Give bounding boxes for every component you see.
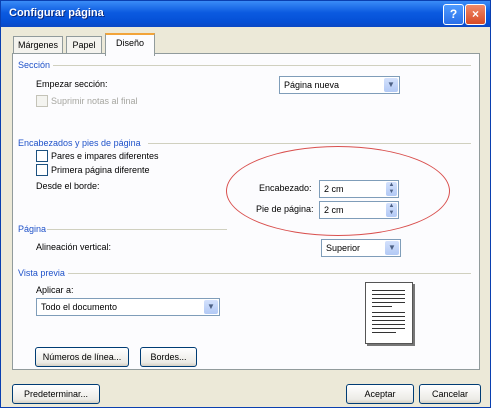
odd-even-label: Pares e impares diferentes bbox=[51, 151, 159, 161]
tab-margins[interactable]: Márgenes bbox=[13, 36, 63, 54]
vertical-alignment-select[interactable]: Superior ▼ bbox=[321, 239, 401, 257]
preview-line bbox=[372, 316, 405, 317]
ok-button[interactable]: Aceptar bbox=[346, 384, 414, 404]
chevron-down-icon[interactable]: ▼ bbox=[384, 78, 398, 92]
help-icon[interactable]: ? bbox=[443, 4, 464, 25]
first-page-label: Primera página diferente bbox=[51, 165, 150, 175]
first-page-checkbox[interactable] bbox=[36, 164, 48, 176]
chevron-down-icon[interactable]: ▼ bbox=[385, 241, 399, 255]
preview-line bbox=[372, 298, 405, 299]
preview-line bbox=[372, 320, 405, 321]
preview-line bbox=[372, 290, 405, 291]
line-numbers-button[interactable]: Números de línea... bbox=[35, 347, 129, 367]
preview-line bbox=[372, 294, 405, 295]
preview-line bbox=[372, 324, 405, 325]
preview-line bbox=[372, 306, 392, 307]
tab-layout[interactable]: Diseño bbox=[105, 33, 155, 56]
suppress-endnotes-label: Suprimir notas al final bbox=[51, 96, 138, 106]
borders-button[interactable]: Bordes... bbox=[140, 347, 197, 367]
page-heading: Página bbox=[18, 224, 47, 234]
start-section-select[interactable]: Página nueva ▼ bbox=[279, 76, 400, 94]
cancel-button[interactable]: Cancelar bbox=[419, 384, 481, 404]
odd-even-checkbox[interactable] bbox=[36, 150, 48, 162]
page-divider bbox=[47, 229, 227, 230]
set-default-button[interactable]: Predeterminar... bbox=[12, 384, 100, 404]
preview-heading: Vista previa bbox=[18, 268, 65, 278]
preview-line bbox=[372, 328, 405, 329]
title-bar[interactable]: Configurar página ? × bbox=[1, 1, 490, 27]
page-setup-dialog: Configurar página ? × Márgenes Papel Dis… bbox=[0, 0, 491, 408]
apply-to-select[interactable]: Todo el documento ▼ bbox=[36, 298, 220, 316]
preview-line bbox=[372, 302, 405, 303]
from-edge-label: Desde el borde: bbox=[36, 181, 100, 191]
chevron-down-icon[interactable]: ▼ bbox=[204, 300, 218, 314]
preview-line bbox=[372, 332, 396, 333]
start-section-value: Página nueva bbox=[284, 80, 340, 90]
section-heading: Sección bbox=[18, 60, 51, 70]
preview-divider bbox=[68, 273, 471, 274]
annotation-ellipse bbox=[226, 146, 450, 236]
preview-line bbox=[372, 312, 405, 313]
suppress-endnotes-checkbox[interactable] bbox=[36, 95, 48, 107]
apply-to-value: Todo el documento bbox=[41, 302, 118, 312]
apply-to-label: Aplicar a: bbox=[36, 285, 74, 295]
vertical-alignment-label: Alineación vertical: bbox=[36, 242, 112, 252]
page-preview-thumbnail bbox=[365, 282, 413, 344]
headers-heading: Encabezados y pies de página bbox=[18, 138, 141, 148]
vertical-alignment-value: Superior bbox=[326, 243, 361, 253]
section-divider bbox=[53, 65, 471, 66]
close-icon[interactable]: × bbox=[465, 4, 486, 25]
tab-paper[interactable]: Papel bbox=[66, 36, 102, 54]
dialog-title: Configurar página bbox=[9, 7, 104, 19]
start-section-label: Empezar sección: bbox=[36, 79, 108, 89]
headers-divider bbox=[148, 143, 471, 144]
